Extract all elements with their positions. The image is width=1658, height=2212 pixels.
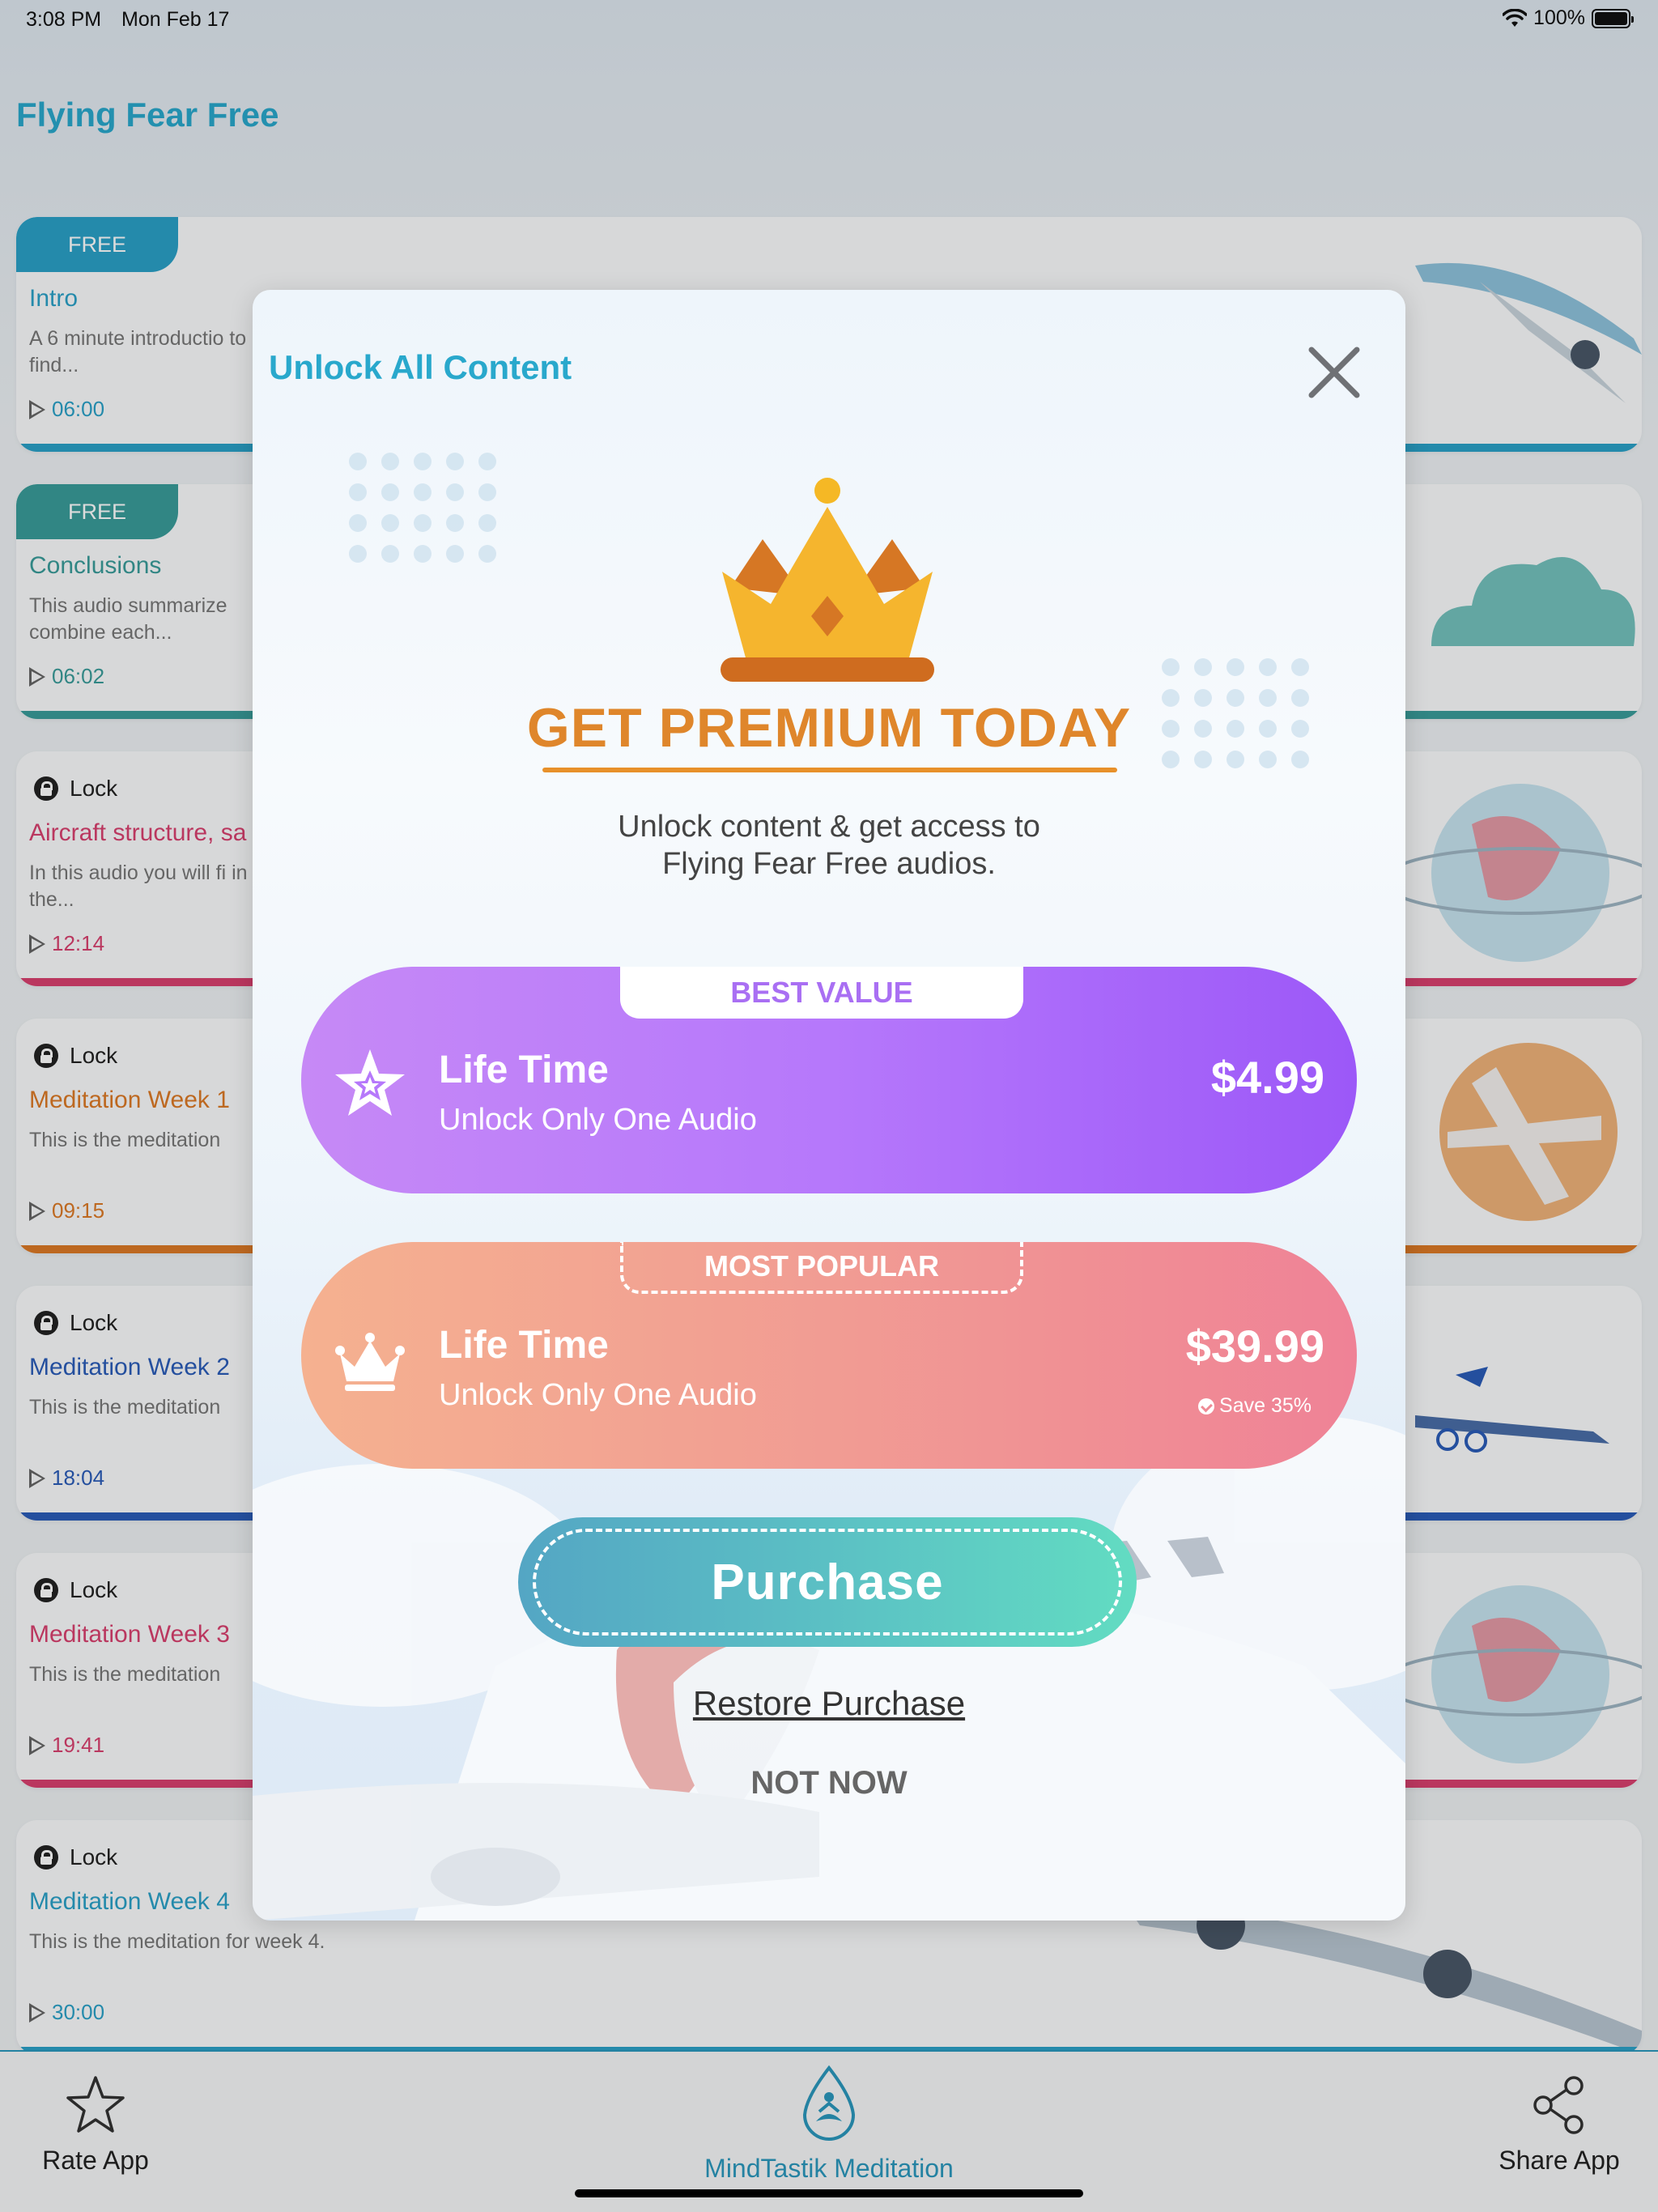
purchase-button[interactable]: Purchase [518,1517,1137,1647]
dialog-title: Unlock All Content [269,348,572,386]
purchase-label: Purchase [711,1554,944,1610]
premium-subtitle: Unlock content & get access to Flying Fe… [618,810,1040,881]
not-now-button[interactable]: NOT NOW [253,1765,1405,1802]
close-icon[interactable] [1305,343,1363,402]
plan-description: Unlock Only One Audio [439,1378,757,1412]
most-popular-tag: MOST POPULAR [620,1242,1023,1294]
crown-icon [335,1333,405,1391]
restore-purchase-link[interactable]: Restore Purchase [253,1684,1405,1723]
plan-name: Life Time [439,1324,609,1367]
star-icon [335,1049,405,1116]
save-badge: Save 35% [1198,1394,1312,1418]
plan-name: Life Time [439,1049,609,1091]
home-indicator[interactable] [575,2189,1083,2197]
headline-underline [542,768,1117,772]
check-icon [1198,1397,1215,1414]
plan-price: $4.99 [1210,1052,1324,1103]
crown-icon [721,478,934,682]
plan-most-popular[interactable]: MOST POPULAR Life Time Unlock Only One A… [301,1242,1357,1469]
plan-best-value[interactable]: BEST VALUE Life Time Unlock Only One Aud… [301,967,1357,1193]
best-value-tag: BEST VALUE [620,967,1023,1019]
plan-description: Unlock Only One Audio [439,1103,757,1137]
premium-headline: GET PREMIUM TODAY [526,697,1132,759]
premium-dialog: Unlock All Content GET PREMIUM TODAY Unl… [253,290,1405,1921]
plan-price: $39.99 [1185,1321,1324,1372]
